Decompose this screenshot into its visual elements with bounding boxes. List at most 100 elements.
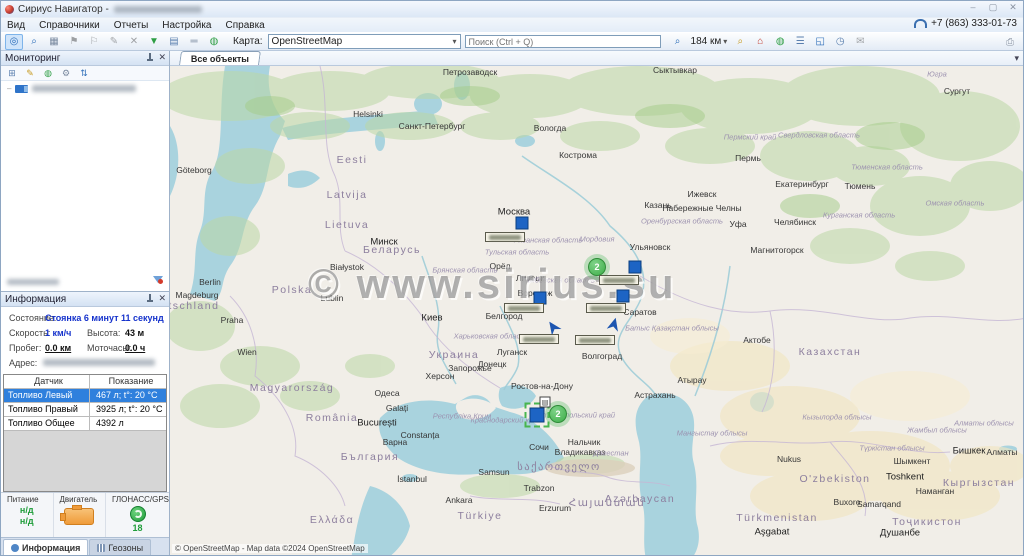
- track-end-icon[interactable]: ⚐: [85, 34, 103, 50]
- chevron-down-icon: ▾: [723, 37, 727, 46]
- toolbar-left-icons: ◎⌕▦⚑⚐✎✕▼▤═◍: [5, 34, 223, 50]
- route-edit-icon[interactable]: ✎: [105, 34, 123, 50]
- map-provider-select[interactable]: OpenStreetMap ▾: [268, 34, 461, 49]
- hours-value[interactable]: 0.0 ч: [125, 343, 145, 353]
- ruler-icon[interactable]: ═: [185, 34, 203, 50]
- settings-icon[interactable]: ⚙: [59, 67, 73, 79]
- headset-icon: [914, 19, 927, 28]
- map-marker-vehicle[interactable]: [617, 290, 630, 303]
- mileage-label: Пробег:: [9, 343, 41, 353]
- print-icon[interactable]: ⎙: [1001, 35, 1019, 51]
- menu-item-view[interactable]: Вид: [7, 20, 25, 31]
- cell-value: 3925 л; t°: 20 °C: [90, 403, 166, 416]
- tab-list-dropdown-icon[interactable]: ▾: [1014, 53, 1019, 64]
- edit-icon[interactable]: ✎: [23, 67, 37, 79]
- map-marker-plate[interactable]: [575, 335, 615, 345]
- close-button[interactable]: ✕: [1006, 2, 1020, 13]
- tree-expander-icon[interactable]: –: [7, 84, 11, 93]
- map-marker-cluster[interactable]: 2: [588, 258, 606, 276]
- search-input[interactable]: [465, 35, 661, 48]
- mileage-value[interactable]: 0.0 км: [45, 343, 71, 353]
- cell-sensor: Топливо Правый: [4, 403, 90, 416]
- monitoring-icon[interactable]: ◎: [5, 34, 23, 50]
- table-row[interactable]: Топливо Общее 4392 л: [4, 417, 166, 431]
- map-marker-plate[interactable]: [586, 303, 626, 313]
- vehicle-tree-item[interactable]: –: [1, 81, 169, 96]
- support-phone-block: +7 (863) 333-01-73: [914, 18, 1017, 29]
- menu-item-reports[interactable]: Отчеты: [114, 20, 149, 31]
- menu-item-directories[interactable]: Справочники: [39, 20, 100, 31]
- map-marker-plate[interactable]: [485, 232, 525, 242]
- close-panel-icon[interactable]: ✕: [158, 294, 166, 303]
- show-on-map-icon[interactable]: ◍: [41, 67, 55, 79]
- map-marker-vehicle[interactable]: [629, 261, 642, 274]
- map-marker-plate[interactable]: [599, 275, 639, 285]
- map-marker-selected[interactable]: [530, 408, 545, 423]
- menu-item-help[interactable]: Справка: [226, 20, 265, 31]
- route-clear-icon[interactable]: ✕: [125, 34, 143, 50]
- address-label: Адрес:: [9, 358, 37, 368]
- power-indicator: Питание н/д н/д: [1, 493, 54, 537]
- globe-icon[interactable]: ◍: [205, 34, 223, 50]
- home-icon[interactable]: ⌂: [751, 34, 769, 50]
- pin-icon[interactable]: [146, 294, 153, 303]
- map-canvas[interactable]: © www.sirius.su © OpenStreetMap - Map da…: [170, 66, 1023, 555]
- monitoring-panel: Мониторинг ✕ ⊞ ✎ ◍ ⚙ ⇅ –: [1, 51, 169, 291]
- map-marker-vehicle[interactable]: [516, 217, 529, 230]
- monitoring-panel-title: Мониторинг: [5, 53, 60, 64]
- history-icon[interactable]: ◷: [831, 34, 849, 50]
- map-image-icon[interactable]: ▦: [45, 34, 63, 50]
- map-marker-cluster[interactable]: 2: [549, 405, 567, 423]
- legend-icon[interactable]: ☰: [791, 34, 809, 50]
- layers-dropdown-icon[interactable]: ▼: [145, 34, 163, 50]
- column-sensor: Датчик: [4, 375, 90, 388]
- pin-icon[interactable]: [146, 53, 153, 62]
- scale-dropdown[interactable]: 184 км▾: [689, 36, 730, 47]
- map-marker-plate[interactable]: [519, 334, 559, 344]
- info-panel-title: Информация: [5, 294, 66, 305]
- monitoring-toolbar: ⊞ ✎ ◍ ⚙ ⇅: [1, 66, 169, 81]
- support-phone: +7 (863) 333-01-73: [931, 18, 1017, 29]
- geozones-tab-icon: [97, 544, 105, 552]
- gps-label: ГЛОНАСС/GPS: [106, 495, 169, 504]
- fit-extent-icon[interactable]: ◱: [811, 34, 829, 50]
- map-marker-plate[interactable]: [504, 303, 544, 313]
- table-row[interactable]: Топливо Левый 467 л; t°: 20 °C: [4, 389, 166, 403]
- window-title-redacted: [114, 6, 202, 13]
- gps-indicator: ГЛОНАСС/GPS 18: [106, 493, 169, 537]
- toolbar-right-icons: ⌕184 км▾⌕⌂◍☰◱◷✉: [669, 34, 870, 50]
- minimize-button[interactable]: –: [966, 2, 980, 13]
- chevron-down-icon: ▾: [453, 37, 457, 46]
- tab-label: Все объекты: [191, 54, 249, 64]
- info-rows: Состояние: Стоянка 6 минут 11 секунд Ско…: [1, 307, 169, 372]
- altitude-label: Высота:: [87, 328, 120, 338]
- zoom-scale-icon[interactable]: ⌕: [669, 34, 687, 50]
- connection-icon[interactable]: ⇅: [77, 67, 91, 79]
- track-start-icon[interactable]: ⚑: [65, 34, 83, 50]
- table-empty-area: [4, 431, 166, 491]
- world-icon[interactable]: ◍: [771, 34, 789, 50]
- menu-item-settings[interactable]: Настройка: [162, 20, 211, 31]
- filter-icon[interactable]: [153, 276, 163, 288]
- message-icon[interactable]: ✉: [851, 34, 869, 50]
- maximize-button[interactable]: ▢: [986, 2, 1000, 13]
- zoom-icon[interactable]: ⌕: [25, 34, 43, 50]
- map-marker-badge[interactable]: ▤: [540, 397, 551, 408]
- address-value-redacted: [43, 359, 155, 366]
- tab-all-objects[interactable]: Все объекты: [179, 51, 261, 65]
- zoom-window-icon[interactable]: ⌕: [731, 34, 749, 50]
- speed-value: 1 км/ч: [45, 328, 71, 338]
- tab-information[interactable]: Информация: [3, 539, 88, 555]
- table-row[interactable]: Топливо Правый 3925 л; t°: 20 °C: [4, 403, 166, 417]
- main-toolbar: ◎⌕▦⚑⚐✎✕▼▤═◍ Карта: OpenStreetMap ▾ ⌕184 …: [1, 32, 1023, 51]
- tab-geozones[interactable]: Геозоны: [89, 539, 151, 555]
- engine-label: Двигатель: [54, 495, 98, 504]
- report-grid-icon[interactable]: ▤: [165, 34, 183, 50]
- map-area: Все объекты ▾: [170, 51, 1023, 555]
- close-panel-icon[interactable]: ✕: [158, 53, 166, 62]
- select-all-icon[interactable]: ⊞: [5, 67, 19, 79]
- power-label: Питание: [1, 495, 39, 504]
- info-tab-icon: [11, 544, 19, 552]
- window-title: Сириус Навигатор -: [18, 4, 109, 15]
- cell-sensor: Топливо Левый: [4, 389, 90, 402]
